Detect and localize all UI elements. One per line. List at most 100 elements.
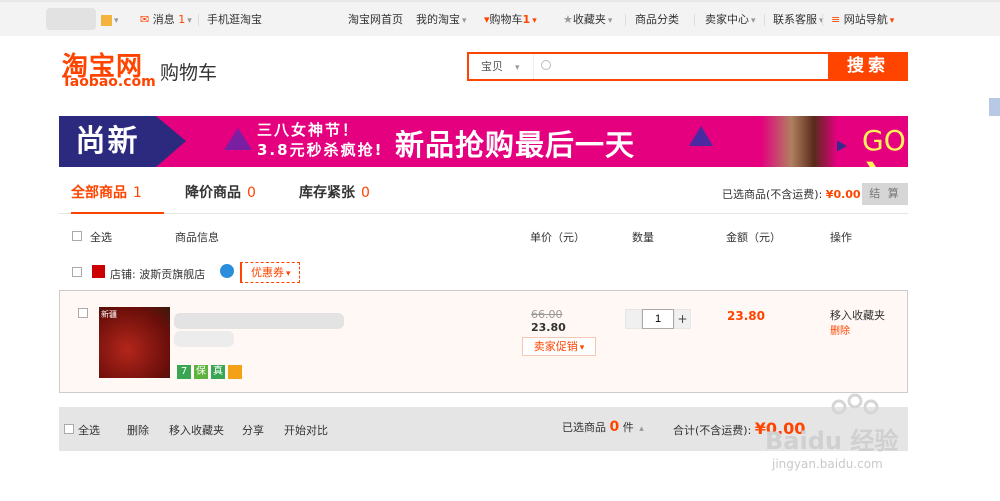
banner-line2-text: 3.8元秒杀疯抢! <box>257 141 384 159</box>
tab-count: 0 <box>361 185 370 201</box>
messages-label: 消息 <box>152 13 175 26</box>
selected-price: ¥0.00 <box>825 188 861 201</box>
product-title-blurred[interactable] <box>174 313 344 329</box>
shop-icon <box>92 265 105 278</box>
footer-move-to-fav-button[interactable]: 移入收藏夹 <box>169 422 224 438</box>
taobao-logo-sub: Taobao.com <box>62 74 156 90</box>
search-type-select[interactable]: 宝贝 ▾ <box>469 54 534 79</box>
chat-icon[interactable] <box>220 264 234 278</box>
footer-select-all-checkbox[interactable] <box>64 424 74 434</box>
decor-triangle <box>224 128 252 150</box>
tab-label: 降价商品 <box>185 185 241 201</box>
col-select-all[interactable]: 全选 <box>90 229 112 245</box>
col-unit-price: 单价（元） <box>530 231 585 244</box>
home-link[interactable]: 淘宝网首页 <box>348 10 403 30</box>
promo-label: 卖家促销 <box>533 340 578 353</box>
chevron-right-icon: ❯ <box>862 157 885 167</box>
quantity-plus-button[interactable]: + <box>674 309 691 329</box>
tab-count: 1 <box>133 185 142 201</box>
header: 淘宝网 Taobao.com 购物车 宝贝 ▾ 搜索 <box>0 36 1000 106</box>
seller-promo-dropdown[interactable]: 卖家促销 ▾ <box>522 337 596 356</box>
selected-count-label: 已选商品 <box>562 421 606 434</box>
product-sku-blurred <box>174 331 234 347</box>
card-pay-icon[interactable]: 卡 <box>228 365 242 379</box>
favorites-label: 收藏夹 <box>572 13 606 26</box>
tab-price-drop[interactable]: 降价商品 0 <box>185 176 256 214</box>
coupon-button[interactable]: 优惠券 ▾ <box>240 262 300 283</box>
seven-day-return-icon[interactable]: 7 <box>177 365 191 379</box>
selected-summary: 已选商品(不含运费): ¥0.00 <box>722 186 861 202</box>
footer-selected-count[interactable]: 已选商品 0 件 ▴ <box>562 419 644 435</box>
footer-share-button[interactable]: 分享 <box>242 422 264 438</box>
site-nav-label: 网站导航 <box>843 13 888 26</box>
banner-line1-text: 三八女神节！ <box>257 121 360 139</box>
footer-select-all[interactable]: 全选 <box>78 422 100 438</box>
contact-label: 联系客服 <box>773 13 817 26</box>
col-quantity: 数量 <box>632 231 654 244</box>
delete-item-link[interactable]: 删除 <box>830 324 885 340</box>
move-to-favorites-link[interactable]: 移入收藏夹 <box>830 308 885 324</box>
settle-button[interactable]: 结 算 <box>862 183 908 205</box>
banner-go-button[interactable]: GO ❯ <box>862 124 908 167</box>
my-taobao-label: 我的淘宝 <box>416 13 460 26</box>
footer-delete-button[interactable]: 删除 <box>127 422 149 438</box>
selected-label: 已选商品(不含运费): <box>722 188 823 201</box>
col-action: 操作 <box>830 231 852 244</box>
tab-low-stock[interactable]: 库存紧张 0 <box>299 176 370 214</box>
col-product-info: 商品信息 <box>175 231 219 244</box>
menu-icon: ≡ <box>831 13 841 26</box>
vip-icon[interactable]: ▾ <box>101 10 119 30</box>
decor-triangle <box>689 126 713 146</box>
search-input[interactable] <box>555 56 825 77</box>
cart-link[interactable]: ▾购物车1 ▾ <box>484 10 537 30</box>
shop-row: 店铺: 波斯贡旗舰店 优惠券 ▾ <box>72 262 472 284</box>
guarantee-icon[interactable]: 保 <box>194 365 208 379</box>
site-nav-link[interactable]: ≡ 网站导航 ▾ <box>831 10 894 30</box>
quantity-input[interactable] <box>642 309 674 329</box>
categories-link[interactable]: 商品分类 <box>635 10 679 30</box>
search-icon <box>541 60 551 70</box>
mobile-taobao-link[interactable]: 手机逛淘宝 <box>207 10 262 30</box>
my-taobao-link[interactable]: 我的淘宝 ▾ <box>416 10 467 30</box>
cart-item: 新疆 7保真卡 66.00 23.80 卖家促销▾ + 23.80 移入收藏夹 … <box>59 290 908 393</box>
footer-compare-button[interactable]: 开始对比 <box>284 422 328 438</box>
tab-label: 库存紧张 <box>299 185 355 201</box>
shop-name-link[interactable]: 波斯贡旗舰店 <box>139 268 205 281</box>
tab-all-items[interactable]: 全部商品 1 <box>71 176 164 214</box>
unit-price: 23.80 <box>531 321 566 334</box>
favorites-link[interactable]: ★收藏夹 ▾ <box>563 10 612 30</box>
shop-label: 店铺: 波斯贡旗舰店 <box>110 266 205 282</box>
selected-count-unit: 件 <box>622 421 634 434</box>
baidu-watermark: Baidu 经验 jingyan.baidu.com <box>755 393 945 493</box>
mail-icon: ✉ <box>140 13 150 26</box>
banner-brand: 尚新 <box>59 116 156 167</box>
contact-link[interactable]: 联系客服▾ <box>773 10 824 30</box>
banner-headline: 新品抢购最后一天 <box>395 128 636 162</box>
product-thumbnail[interactable]: 新疆 <box>99 307 170 378</box>
user-name-blurred[interactable] <box>46 8 96 30</box>
banner-line1: 三八女神节！ 3.8元秒杀疯抢! <box>257 120 383 160</box>
col-amount: 金额（元） <box>726 231 781 244</box>
messages-link[interactable]: ✉ 消息 1 ▾ <box>140 10 192 30</box>
item-total: 23.80 <box>727 309 765 323</box>
select-all-checkbox[interactable] <box>72 231 82 241</box>
promo-banner[interactable]: 尚新 三八女神节！ 3.8元秒杀疯抢! 新品抢购最后一天 GO ❯ <box>59 116 908 167</box>
thumb-label: 新疆 <box>101 310 117 319</box>
total-label: 合计(不含运费): <box>673 424 752 437</box>
seller-center-link[interactable]: 卖家中心 ▾ <box>705 10 756 30</box>
messages-count: 1 <box>178 13 186 26</box>
search-button[interactable]: 搜索 <box>828 52 908 81</box>
item-actions: 移入收藏夹 删除 <box>830 308 885 340</box>
watermark-brand: Baidu 经验 <box>765 427 899 455</box>
page-title: 购物车 <box>160 62 218 84</box>
cart-count: 1 <box>522 13 531 26</box>
authentic-icon[interactable]: 真 <box>211 365 225 379</box>
side-scroll-icon[interactable] <box>989 98 1000 116</box>
coupon-label: 优惠券 <box>251 266 284 279</box>
quantity-minus-button[interactable] <box>625 309 642 329</box>
item-checkbox[interactable] <box>78 308 88 318</box>
top-nav-bar: ▾ ✉ 消息 1 ▾ 手机逛淘宝 淘宝网首页 我的淘宝 ▾ ▾购物车1 ▾ ★收藏夹 ▾… <box>0 0 1000 36</box>
cart-tabs: 全部商品 1 降价商品 0 库存紧张 0 已选商品(不含运费): ¥0.00 结 算 <box>59 176 908 214</box>
selected-count-value: 0 <box>609 419 620 435</box>
shop-checkbox[interactable] <box>72 267 82 277</box>
